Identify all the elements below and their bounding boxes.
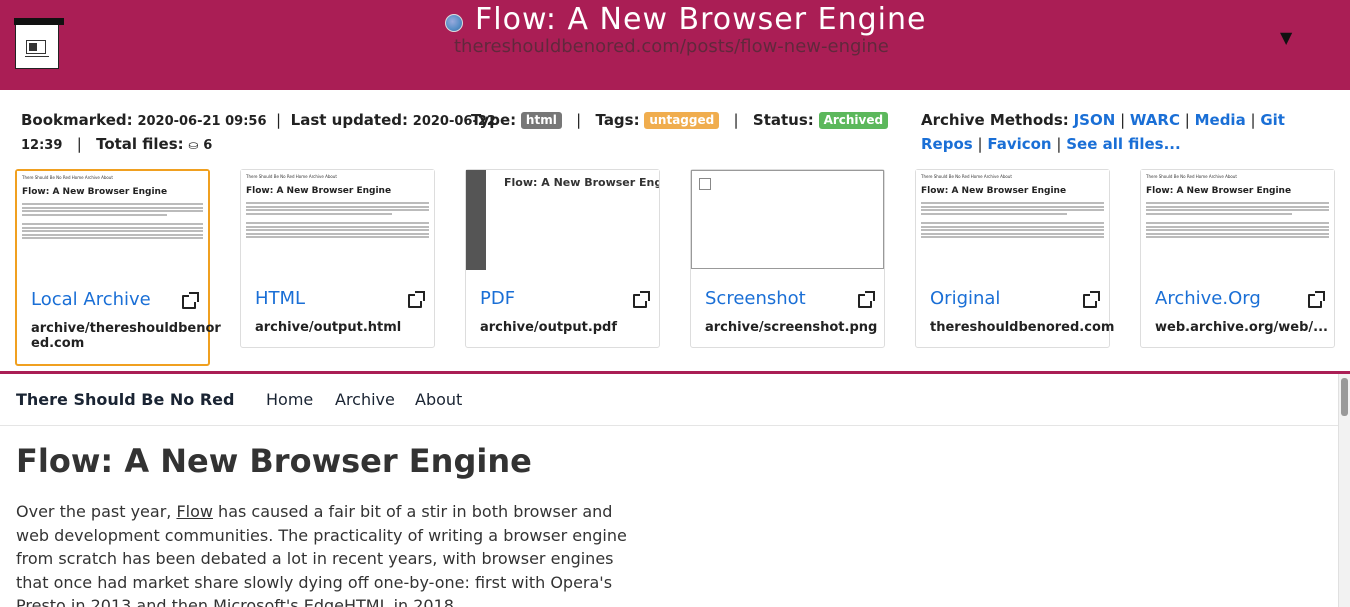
type-label: Type: bbox=[471, 111, 517, 129]
collapse-caret-button[interactable]: ▼ bbox=[1280, 28, 1292, 47]
external-link-icon[interactable] bbox=[182, 292, 199, 309]
card-path: archive/output.html bbox=[255, 320, 402, 335]
site-navbar: There Should Be No Red Home Archive Abou… bbox=[0, 374, 1338, 426]
card-screenshot[interactable]: Screenshot archive/screenshot.png bbox=[690, 169, 885, 348]
updated-label: Last updated: bbox=[290, 111, 409, 129]
preview-nav: There Should Be No Red Home Archive Abou… bbox=[921, 174, 1012, 179]
card-path: archive/output.pdf bbox=[480, 320, 618, 335]
card-title[interactable]: Original bbox=[930, 288, 1000, 309]
disk-icon: ⛀ bbox=[188, 138, 199, 152]
separator: | bbox=[1056, 135, 1062, 153]
home-logo-button[interactable] bbox=[14, 18, 64, 69]
method-favicon-link[interactable]: Favicon bbox=[987, 135, 1051, 153]
card-path: web.archive.org/web/... bbox=[1155, 320, 1328, 335]
separator: | bbox=[76, 135, 82, 153]
broken-image-icon bbox=[699, 178, 711, 190]
methods-label: Archive Methods: bbox=[921, 111, 1069, 129]
preview-title: Flow: A New Browser Engine bbox=[246, 186, 392, 196]
card-preview: There Should Be No Red Home Archive Abou… bbox=[916, 170, 1109, 270]
page-title: Flow: A New Browser Engine bbox=[475, 2, 927, 37]
card-path: archive/thereshouldbenor ed.com bbox=[31, 321, 221, 351]
preview-nav: There Should Be No Red Home Archive Abou… bbox=[1146, 174, 1237, 179]
flow-link[interactable]: Flow bbox=[176, 502, 213, 521]
external-link-icon[interactable] bbox=[1308, 291, 1325, 308]
card-local-archive[interactable]: There Should Be No Red Home Archive Abou… bbox=[15, 169, 221, 366]
scrollbar-thumb[interactable] bbox=[1341, 378, 1348, 416]
files-info: 12:39 | Total files: ⛀ 6 bbox=[21, 132, 212, 158]
total-files-label: Total files: bbox=[96, 135, 184, 153]
method-json-link[interactable]: JSON bbox=[1074, 111, 1116, 129]
card-html[interactable]: There Should Be No Red Home Archive Abou… bbox=[240, 169, 435, 348]
preview-nav: There Should Be No Red Home Archive Abou… bbox=[246, 174, 337, 179]
preview-title: Flow: A New Browser Engine bbox=[921, 186, 1067, 196]
paragraph-text: Over the past year, bbox=[16, 502, 177, 521]
card-preview: There Should Be No Red Home Archive Abou… bbox=[241, 170, 434, 270]
separator: | bbox=[1250, 111, 1256, 129]
external-link-icon[interactable] bbox=[1083, 291, 1100, 308]
method-warc-link[interactable]: WARC bbox=[1130, 111, 1180, 129]
nav-about-link[interactable]: About bbox=[415, 390, 462, 409]
card-preview: There Should Be No Red Home Archive Abou… bbox=[17, 171, 208, 271]
status-badge: Archived bbox=[818, 112, 889, 129]
separator: | bbox=[276, 111, 282, 129]
separator: | bbox=[733, 111, 739, 129]
preview-title: Flow: A New Browser Engine bbox=[504, 176, 659, 189]
site-name-link[interactable]: There Should Be No Red bbox=[16, 390, 234, 409]
nav-archive-link[interactable]: Archive bbox=[335, 390, 395, 409]
bookmark-info: Bookmarked: 2020-06-21 09:56 | Last upda… bbox=[21, 108, 496, 134]
separator: | bbox=[576, 111, 582, 129]
archived-page-frame[interactable]: There Should Be No Red Home Archive Abou… bbox=[0, 374, 1338, 607]
status-label: Status: bbox=[752, 111, 814, 129]
card-title[interactable]: PDF bbox=[480, 288, 515, 309]
type-tags-status: Type: html | Tags: untagged | Status: Ar… bbox=[471, 108, 889, 132]
separator: | bbox=[1120, 111, 1126, 129]
archive-methods: Archive Methods: JSON | WARC | Media | G… bbox=[921, 108, 1331, 156]
tags-label: Tags: bbox=[595, 111, 640, 129]
article-title: Flow: A New Browser Engine bbox=[16, 442, 532, 480]
total-files-value: 6 bbox=[203, 138, 213, 153]
logo-bar bbox=[14, 18, 64, 25]
card-title[interactable]: HTML bbox=[255, 288, 305, 309]
preview-title: Flow: A New Browser Engine bbox=[1146, 186, 1292, 196]
preview-nav: There Should Be No Red Home Archive Abou… bbox=[22, 175, 113, 180]
card-path: archive/screenshot.png bbox=[705, 320, 878, 335]
card-original[interactable]: There Should Be No Red Home Archive Abou… bbox=[915, 169, 1114, 348]
nav-home-link[interactable]: Home bbox=[266, 390, 313, 409]
card-preview: Flow: A New Browser Engine bbox=[466, 170, 659, 270]
card-preview: There Should Be No Red Home Archive Abou… bbox=[1141, 170, 1334, 270]
card-pdf[interactable]: Flow: A New Browser Engine PDF archive/o… bbox=[465, 169, 660, 348]
card-archive-org[interactable]: There Should Be No Red Home Archive Abou… bbox=[1140, 169, 1335, 348]
card-title[interactable]: Screenshot bbox=[705, 288, 806, 309]
card-title[interactable]: Archive.Org bbox=[1155, 288, 1261, 309]
pdf-margin bbox=[466, 170, 486, 270]
bookmarked-value: 2020-06-21 09:56 bbox=[137, 114, 267, 129]
external-link-icon[interactable] bbox=[633, 291, 650, 308]
see-all-files-link[interactable]: See all files... bbox=[1066, 135, 1180, 153]
separator: | bbox=[1184, 111, 1190, 129]
method-media-link[interactable]: Media bbox=[1195, 111, 1246, 129]
preview-title: Flow: A New Browser Engine bbox=[22, 187, 168, 197]
frame-scrollbar[interactable] bbox=[1338, 374, 1350, 607]
external-link-icon[interactable] bbox=[408, 291, 425, 308]
card-preview bbox=[691, 170, 884, 269]
article-paragraph: Over the past year, Flow has caused a fa… bbox=[16, 500, 636, 607]
original-url-link[interactable]: thereshouldbenored.com/posts/flow-new-en… bbox=[454, 36, 889, 57]
type-badge: html bbox=[520, 112, 562, 129]
separator: | bbox=[977, 135, 983, 153]
tags-badge[interactable]: untagged bbox=[644, 112, 720, 129]
archivebox-logo-icon bbox=[25, 40, 49, 57]
external-link-icon[interactable] bbox=[858, 291, 875, 308]
card-title[interactable]: Local Archive bbox=[31, 289, 151, 310]
bookmarked-label: Bookmarked: bbox=[21, 111, 133, 129]
favicon-globe-icon bbox=[445, 14, 463, 32]
archive-header: Flow: A New Browser Engine thereshouldbe… bbox=[0, 0, 1350, 90]
updated-time: 12:39 bbox=[21, 138, 63, 153]
card-path: thereshouldbenored.com bbox=[930, 320, 1115, 335]
